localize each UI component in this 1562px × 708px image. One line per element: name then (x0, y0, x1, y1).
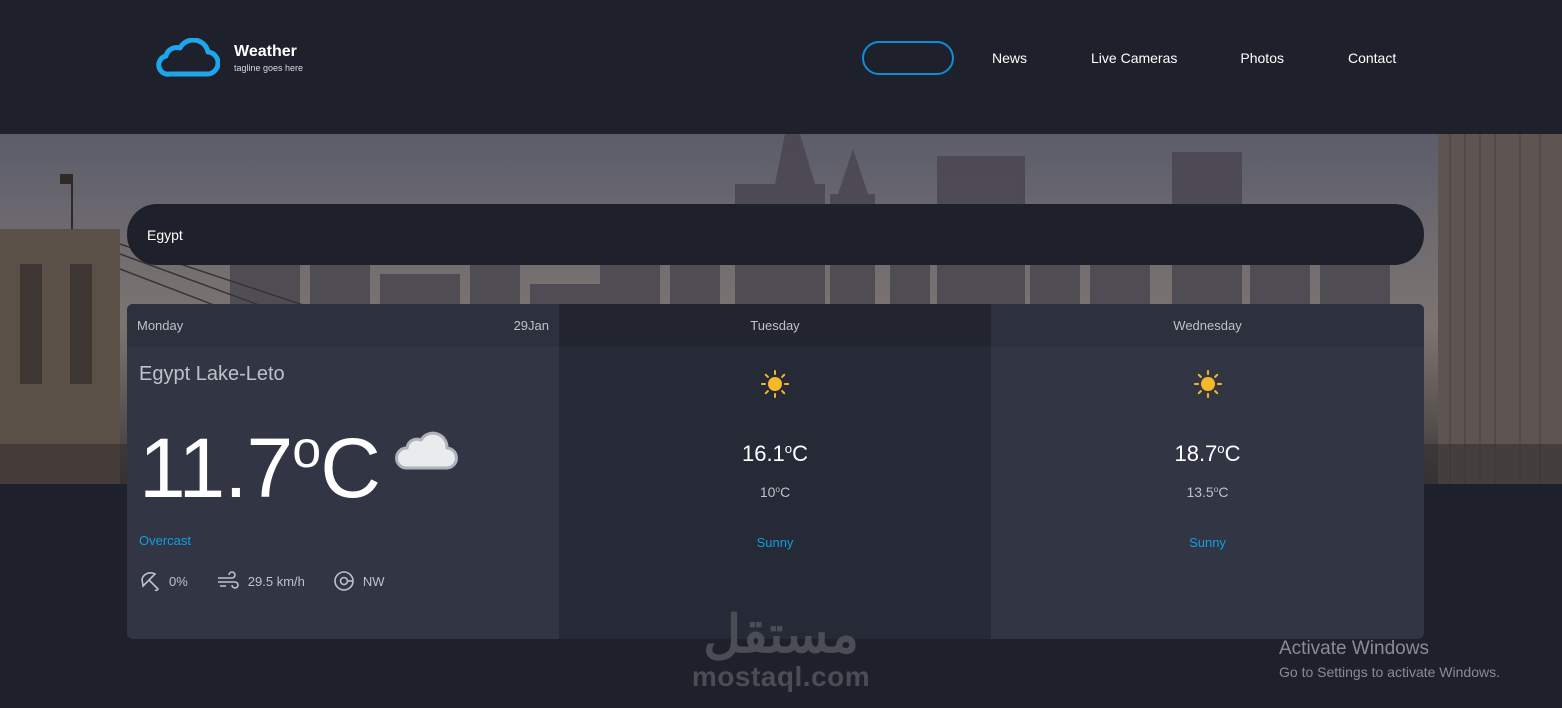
day-condition: Sunny (1189, 535, 1226, 550)
nav-news[interactable]: News (992, 41, 1027, 75)
nav-contact[interactable]: Contact (1348, 41, 1396, 75)
max-temp-value: 16.1 (741, 441, 785, 466)
forecast-table: Monday 29Jan Egypt Lake-Leto 11.7oC Over… (127, 304, 1424, 639)
watermark-latin: mostaql.com (691, 661, 871, 692)
forecast-day-tuesday: Tuesday 16.1oC 10oC Sunny (559, 304, 991, 639)
day-header: Wednesday (991, 304, 1424, 346)
max-temp-value: 18.7 (1174, 441, 1218, 466)
degree-mark: o (1217, 441, 1225, 457)
today-forecast: Monday 29Jan Egypt Lake-Leto 11.7oC Over… (127, 304, 559, 639)
max-temperature: 18.7oC (991, 441, 1424, 467)
nav-home[interactable]: Home (862, 41, 954, 75)
today-date: 29Jan (513, 317, 549, 333)
direction-value: NW (362, 573, 385, 589)
current-temperature: 11.7oC (139, 404, 381, 515)
wind-value: 29.5 km/h (247, 573, 305, 589)
today-day: Monday (137, 317, 184, 333)
umbrella-icon (141, 572, 159, 592)
min-temperature: 10oC (559, 484, 991, 500)
nav-live-cameras[interactable]: Live Cameras (1091, 41, 1177, 75)
site-tagline: tagline goes here (234, 63, 304, 73)
day-header: Tuesday (559, 304, 991, 346)
site-title: Weather (234, 43, 297, 60)
temp-unit: C (780, 484, 791, 501)
cloud-icon (395, 431, 458, 470)
location-name: Egypt Lake-Leto (139, 363, 285, 385)
temp-unit: C (1224, 441, 1241, 466)
cloud-icon (156, 38, 220, 77)
watermark-arabic: مستقل (703, 606, 859, 664)
activate-subtitle: Go to Settings to activate Windows. (1279, 664, 1500, 680)
min-temp-value: 10 (759, 484, 776, 501)
degree-mark: o (292, 421, 321, 479)
sun-icon (1193, 370, 1222, 398)
wind-direction: NW (333, 570, 385, 592)
temp-unit: C (320, 421, 381, 515)
main-nav: Home News Live Cameras Photos Contact (862, 41, 1396, 75)
temp-unit: C (792, 441, 809, 466)
compass-icon (334, 571, 354, 591)
activate-title: Activate Windows (1279, 638, 1429, 659)
search-bar (127, 204, 1424, 265)
temp-unit: C (1218, 484, 1229, 501)
today-header: Monday 29Jan (127, 304, 559, 346)
mostaql-watermark: مستقل mostaql.com (688, 608, 874, 698)
today-condition: Overcast (139, 533, 192, 548)
sun-icon (761, 370, 789, 398)
min-temp-value: 13.5 (1186, 484, 1214, 501)
today-details: 0% 29.5 km/h NW (139, 570, 413, 592)
day-condition: Sunny (756, 535, 794, 550)
min-temperature: 13.5oC (991, 484, 1424, 500)
location-search-input[interactable] (147, 226, 1424, 243)
rain-chance: 0% (139, 570, 188, 592)
current-temp-value: 11.7 (139, 421, 293, 515)
activate-windows-notice: Activate Windows Go to Settings to activ… (1279, 638, 1500, 684)
wind-speed: 29.5 km/h (216, 570, 305, 592)
rain-value: 0% (169, 573, 188, 589)
day-name: Tuesday (750, 317, 800, 333)
forecast-day-wednesday: Wednesday 18.7oC 13.5oC Sunny (991, 304, 1424, 639)
site-header: Weather tagline goes here Home News Live… (0, 0, 1562, 134)
max-temperature: 16.1oC (559, 441, 991, 467)
nav-photos[interactable]: Photos (1240, 41, 1284, 75)
wind-icon (217, 571, 239, 589)
brand-logo[interactable]: Weather tagline goes here (154, 38, 303, 78)
day-name: Wednesday (1173, 317, 1242, 333)
